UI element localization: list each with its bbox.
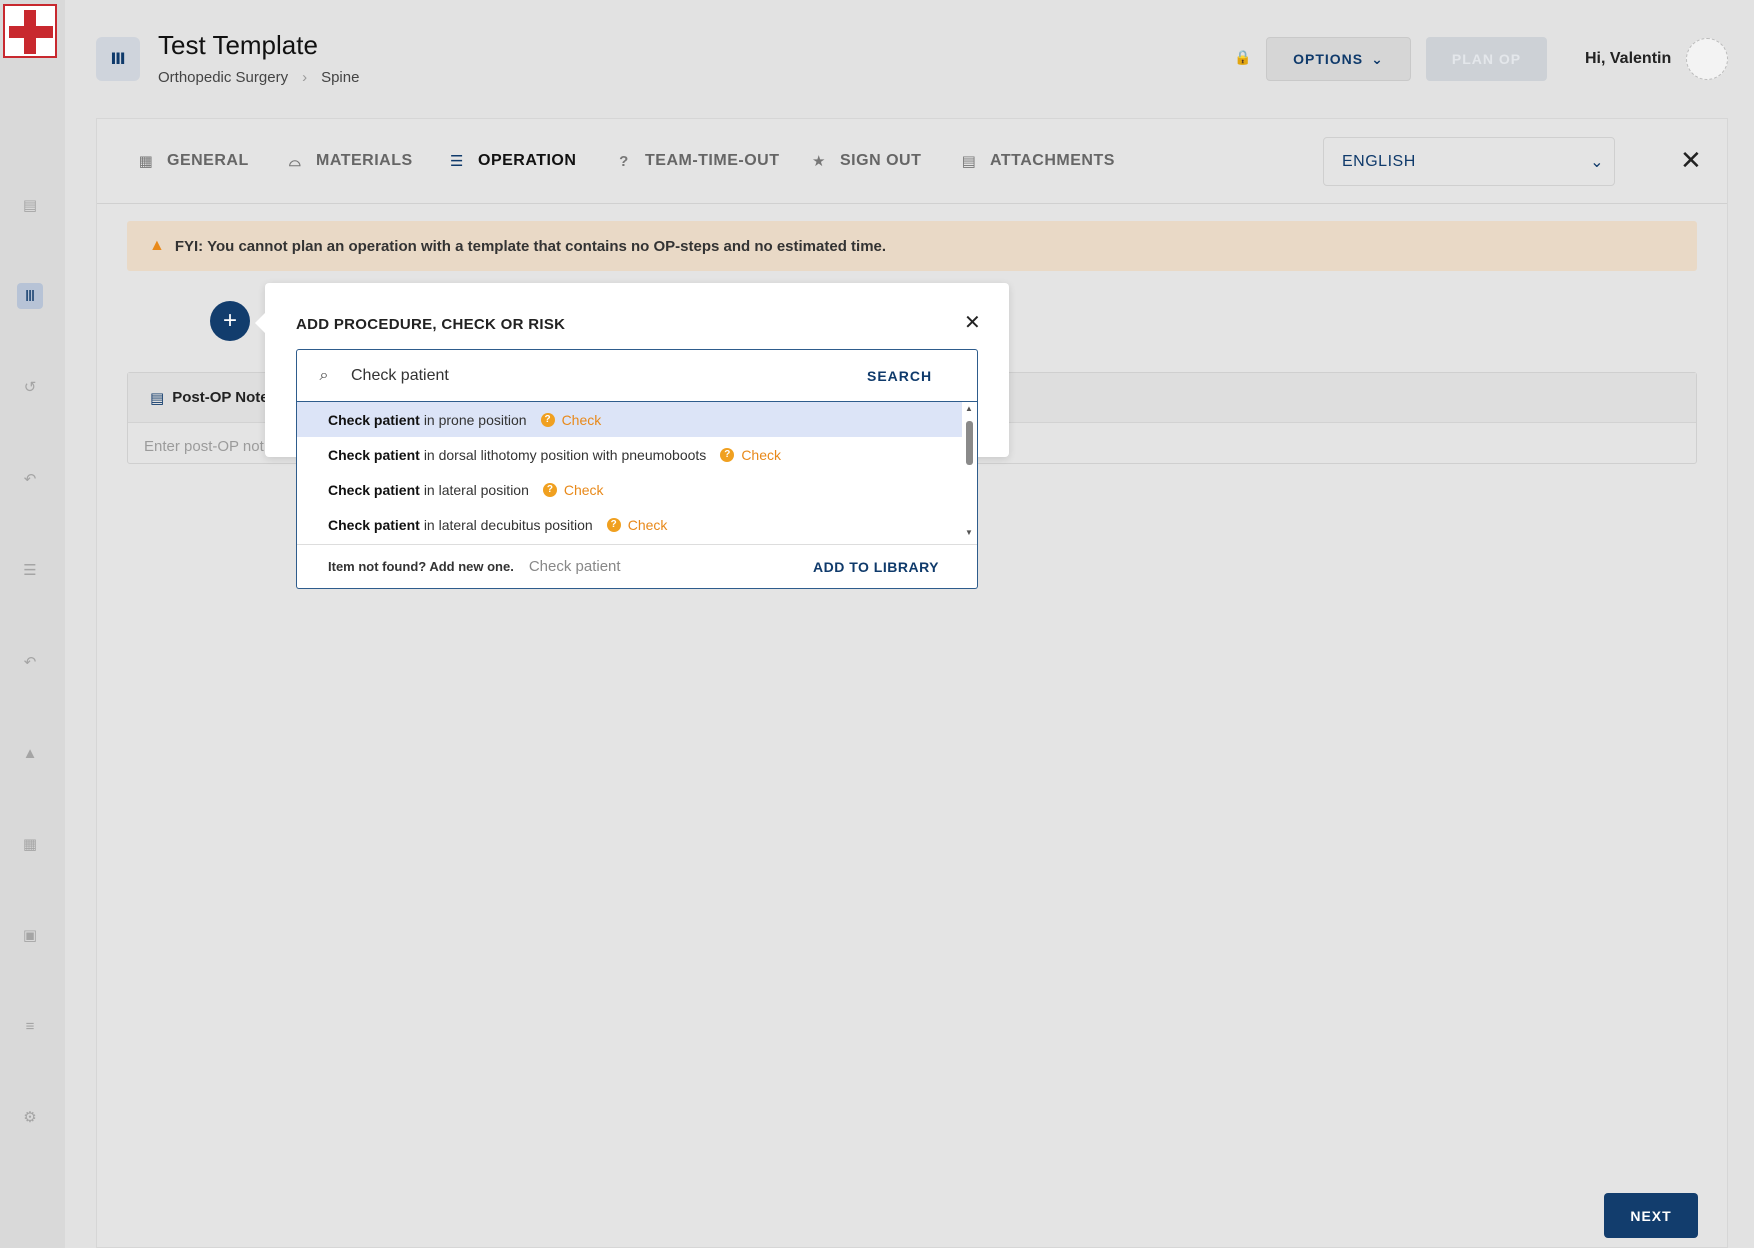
tab-label: GENERAL <box>167 152 249 169</box>
warning-icon[interactable]: ▲ <box>17 740 43 766</box>
item-text: in lateral decubitus position <box>423 516 593 533</box>
tab-bar: ▦ GENERAL ⌓ MATERIALS ☰ OPERATION ? TEAM… <box>97 119 1727 204</box>
question-icon: ? <box>619 152 629 170</box>
tab-label: OPERATION <box>478 152 577 169</box>
undo-icon[interactable]: ↶ <box>17 649 43 675</box>
results-list: Check patient in prone position ? Check … <box>297 402 962 543</box>
scrollbar-thumb[interactable] <box>966 421 973 465</box>
tab-label: TEAM-TIME-OUT <box>645 152 780 169</box>
sidebar: ▤ Ⅲ ↺ ↶ ☰ ↶ ▲ ▦ ▣ ≡ ⚙ <box>0 0 65 1248</box>
search-input[interactable]: Check patient <box>351 367 867 385</box>
list-item[interactable]: Check patient in prone position ? Check <box>297 402 962 437</box>
fyi-text: FYI: You cannot plan an operation with a… <box>174 237 887 255</box>
tab-general[interactable]: ▦ GENERAL <box>137 152 249 170</box>
question-icon: ? <box>606 517 621 532</box>
close-icon[interactable]: ✕ <box>964 310 981 335</box>
tab-operation[interactable]: ☰ OPERATION <box>448 152 576 170</box>
language-select[interactable]: ENGLISH ⌄ <box>1323 137 1615 186</box>
tab-label: SIGN OUT <box>840 152 922 169</box>
options-button[interactable]: OPTIONS ⌄ <box>1266 37 1411 81</box>
list-item[interactable]: Check patient in dorsal lithotomy positi… <box>297 437 962 472</box>
star-icon: ★ <box>812 153 826 170</box>
match-text: Check patient <box>328 446 420 463</box>
add-to-library-button[interactable]: ADD TO LIBRARY <box>813 559 939 575</box>
fyi-banner: ▲ FYI: You cannot plan an operation with… <box>127 221 1697 271</box>
list-item[interactable]: Check patient in lateral decubitus posit… <box>297 507 962 542</box>
item-type: Check <box>563 481 604 498</box>
library-icon: Ⅲ <box>96 37 140 81</box>
language-value: ENGLISH <box>1342 152 1416 170</box>
tab-label: MATERIALS <box>316 152 413 169</box>
search-bar: ⌕ Check patient SEARCH <box>296 349 978 402</box>
search-results-dropdown: Check patient in prone position ? Check … <box>296 402 978 589</box>
file-icon: ▤ <box>961 153 977 170</box>
breadcrumb-item[interactable]: Orthopedic Surgery <box>158 69 288 86</box>
report-icon[interactable]: ▣ <box>17 922 43 948</box>
add-step-button[interactable]: + <box>210 301 250 341</box>
lock-icon[interactable]: 🔒 <box>1234 49 1251 66</box>
checklist-icon[interactable]: ☰ <box>17 557 43 583</box>
not-found-row: Item not found? Add new one. Check patie… <box>297 544 977 588</box>
not-found-label: Item not found? Add new one. <box>328 559 514 574</box>
tab-team-time-out[interactable]: ? TEAM-TIME-OUT <box>615 152 779 170</box>
chart-icon[interactable]: ▦ <box>17 831 43 857</box>
item-text: in prone position <box>423 411 527 428</box>
plan-op-button[interactable]: PLAN OP <box>1426 37 1547 81</box>
item-type: Check <box>627 516 668 533</box>
file-icon: ▤ <box>150 389 165 407</box>
item-type: Check <box>561 411 602 428</box>
avatar[interactable] <box>1686 38 1728 80</box>
app-logo[interactable] <box>3 4 57 58</box>
user-greeting: Hi, Valentin <box>1585 50 1672 67</box>
match-text: Check patient <box>328 516 420 533</box>
dashboard-icon[interactable]: ▤ <box>17 192 43 218</box>
new-item-input[interactable]: Check patient <box>529 558 813 575</box>
question-icon: ? <box>540 412 555 427</box>
scrollbar[interactable]: ▲ ▼ <box>964 404 976 541</box>
question-icon: ? <box>720 447 735 462</box>
page-title: Test Template <box>158 30 318 60</box>
match-text: Check patient <box>328 481 420 498</box>
item-text: in lateral position <box>423 481 529 498</box>
restore-icon[interactable]: ↶ <box>17 466 43 492</box>
breadcrumb-item[interactable]: Spine <box>321 69 359 86</box>
chevron-right-icon: › <box>302 69 308 86</box>
warning-icon: ▲ <box>149 237 165 254</box>
history-icon[interactable]: ↺ <box>17 374 43 400</box>
options-label: OPTIONS <box>1293 51 1364 67</box>
next-button[interactable]: NEXT <box>1604 1193 1698 1238</box>
breadcrumb: Orthopedic Surgery › Spine <box>158 69 359 86</box>
popup-title: ADD PROCEDURE, CHECK OR RISK <box>296 316 566 333</box>
tab-label: ATTACHMENTS <box>990 152 1115 169</box>
building-icon: ▦ <box>138 153 154 170</box>
list-item[interactable]: Check patient in lateral position ? Chec… <box>297 472 962 507</box>
list-icon: ☰ <box>450 153 464 170</box>
item-type: Check <box>741 446 781 463</box>
search-list-icon[interactable]: ≡ <box>17 1013 43 1039</box>
chevron-down-icon: ⌄ <box>1590 153 1604 171</box>
library-icon[interactable]: Ⅲ <box>17 283 43 309</box>
tab-sign-out[interactable]: ★ SIGN OUT <box>810 152 921 170</box>
tray-icon: ⌓ <box>288 152 302 170</box>
search-icon: ⌕ <box>319 366 329 384</box>
search-button[interactable]: SEARCH <box>867 368 977 384</box>
chevron-down-icon: ⌄ <box>1371 50 1384 67</box>
item-text: in dorsal lithotomy position with pneumo… <box>423 446 707 463</box>
question-icon: ? <box>542 482 557 497</box>
tab-attachments[interactable]: ▤ ATTACHMENTS <box>960 152 1115 170</box>
notes-title: Post-OP Note <box>172 389 269 406</box>
scroll-down-icon[interactable]: ▼ <box>965 528 973 537</box>
settings-icon[interactable]: ⚙ <box>17 1104 43 1130</box>
scroll-up-icon[interactable]: ▲ <box>965 404 973 413</box>
close-icon[interactable]: ✕ <box>1680 145 1702 176</box>
tab-materials[interactable]: ⌓ MATERIALS <box>286 152 413 170</box>
match-text: Check patient <box>328 411 420 428</box>
